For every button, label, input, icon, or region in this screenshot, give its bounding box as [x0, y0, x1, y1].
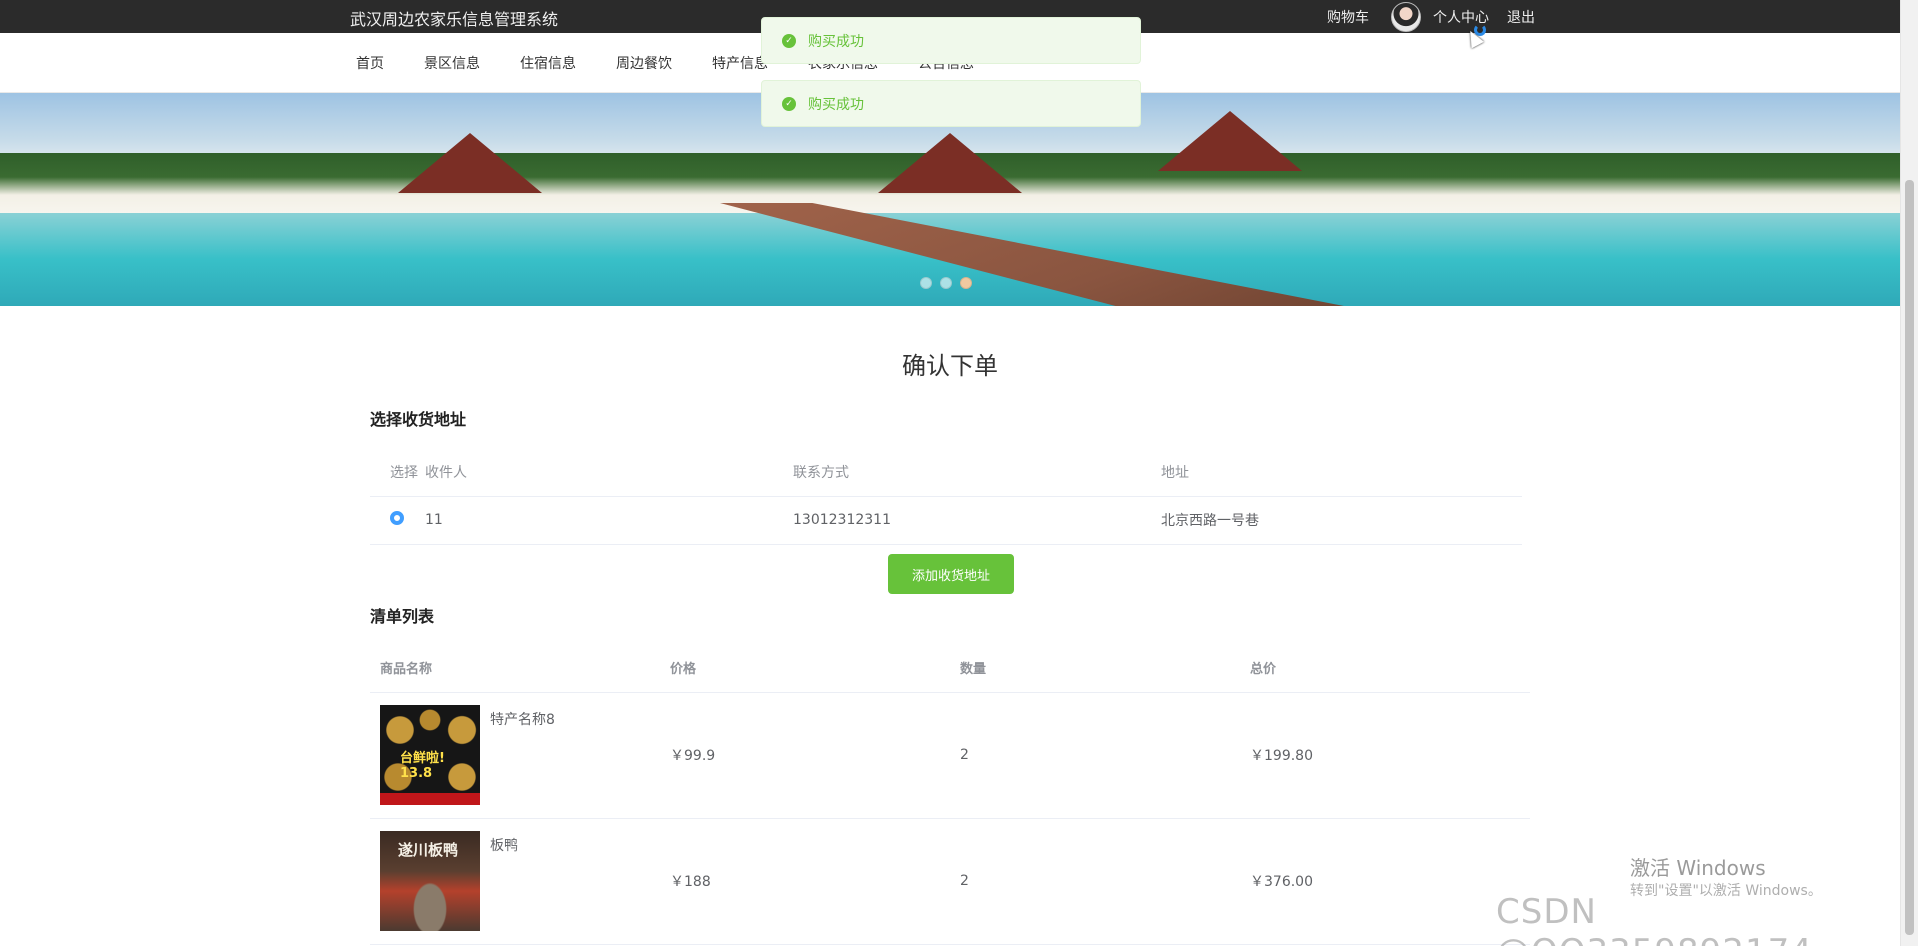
recipient-name: 11 [425, 496, 793, 545]
avatar[interactable] [1391, 1, 1421, 32]
column-header: 地址 [1161, 448, 1522, 497]
table-row: 遂川板鸭 板鸭 ￥188 2 ￥376.00 [370, 818, 1530, 945]
image-text: 遂川板鸭 [398, 841, 459, 859]
order-section-title: 清单列表 [370, 607, 435, 626]
address-radio[interactable] [390, 511, 404, 525]
page-scrollbar[interactable] [1900, 0, 1918, 946]
address-table: 选择 收件人 联系方式 地址 11 13012312311 北京西路一号巷 [370, 448, 1522, 545]
column-header: 收件人 [425, 448, 793, 497]
product-price: ￥188 [660, 818, 950, 945]
column-header: 商品名称 [370, 644, 660, 693]
site-title: 武汉周边农家乐信息管理系统 [350, 10, 559, 29]
carousel-dot[interactable] [920, 277, 932, 289]
column-header: 数量 [950, 644, 1240, 693]
nav-item-dining[interactable]: 周边餐饮 [616, 53, 672, 73]
product-price: ￥99.9 [660, 692, 950, 819]
check-circle-icon: ✓ [782, 96, 796, 111]
recipient-phone: 13012312311 [793, 496, 1161, 545]
success-toast: ✓ 购买成功 [761, 17, 1141, 64]
table-row[interactable]: 11 13012312311 北京西路一号巷 [370, 496, 1522, 545]
image-text: 台鲜啦! 13.8 [400, 751, 445, 781]
page-title: 确认下单 [902, 352, 998, 380]
column-header: 选择 [370, 448, 425, 497]
windows-activation-watermark: 激活 Windows [1630, 856, 1766, 880]
banya-duck-image: 遂川板鸭 [380, 831, 480, 931]
toast-message: 购买成功 [808, 96, 864, 113]
product-name: 板鸭 [490, 838, 518, 854]
csdn-watermark: CSDN @QQ3359892174 [1496, 892, 1812, 946]
top-right-links: 购物车 个人中心 退出 [1327, 0, 1535, 33]
food-platter-image: 台鲜啦! 13.8 [380, 705, 480, 805]
address-section-title: 选择收货地址 [370, 410, 467, 429]
carousel-dot-active[interactable] [960, 277, 972, 289]
scrollbar-thumb[interactable] [1905, 180, 1914, 935]
product-quantity: 2 [950, 818, 1240, 945]
nav-item-home[interactable]: 首页 [356, 53, 384, 73]
nav-item-scenic[interactable]: 景区信息 [424, 53, 480, 73]
check-circle-icon: ✓ [782, 33, 796, 48]
column-header: 总价 [1240, 644, 1530, 693]
recipient-address: 北京西路一号巷 [1161, 496, 1522, 545]
column-header: 价格 [660, 644, 950, 693]
order-table: 商品名称 价格 数量 总价 台鲜啦! 13.8 特产名称8 ￥99.9 2 ￥1… [370, 644, 1530, 945]
product-total: ￥376.00 [1240, 818, 1530, 945]
product-quantity: 2 [950, 692, 1240, 819]
banner-pier [720, 203, 1380, 306]
carousel-dot[interactable] [940, 277, 952, 289]
nav-item-specialty[interactable]: 特产信息 [712, 53, 768, 73]
product-name: 特产名称8 [490, 712, 555, 728]
add-address-button[interactable]: 添加收货地址 [888, 554, 1014, 594]
logout-link[interactable]: 退出 [1507, 7, 1535, 27]
toast-message: 购买成功 [808, 33, 864, 50]
cart-link[interactable]: 购物车 [1327, 7, 1369, 27]
carousel-indicators [920, 277, 980, 289]
product-total: ￥199.80 [1240, 692, 1530, 819]
success-toast: ✓ 购买成功 [761, 80, 1141, 127]
column-header: 联系方式 [793, 448, 1161, 497]
table-row: 台鲜啦! 13.8 特产名称8 ￥99.9 2 ￥199.80 [370, 692, 1530, 819]
nav-item-lodging[interactable]: 住宿信息 [520, 53, 576, 73]
